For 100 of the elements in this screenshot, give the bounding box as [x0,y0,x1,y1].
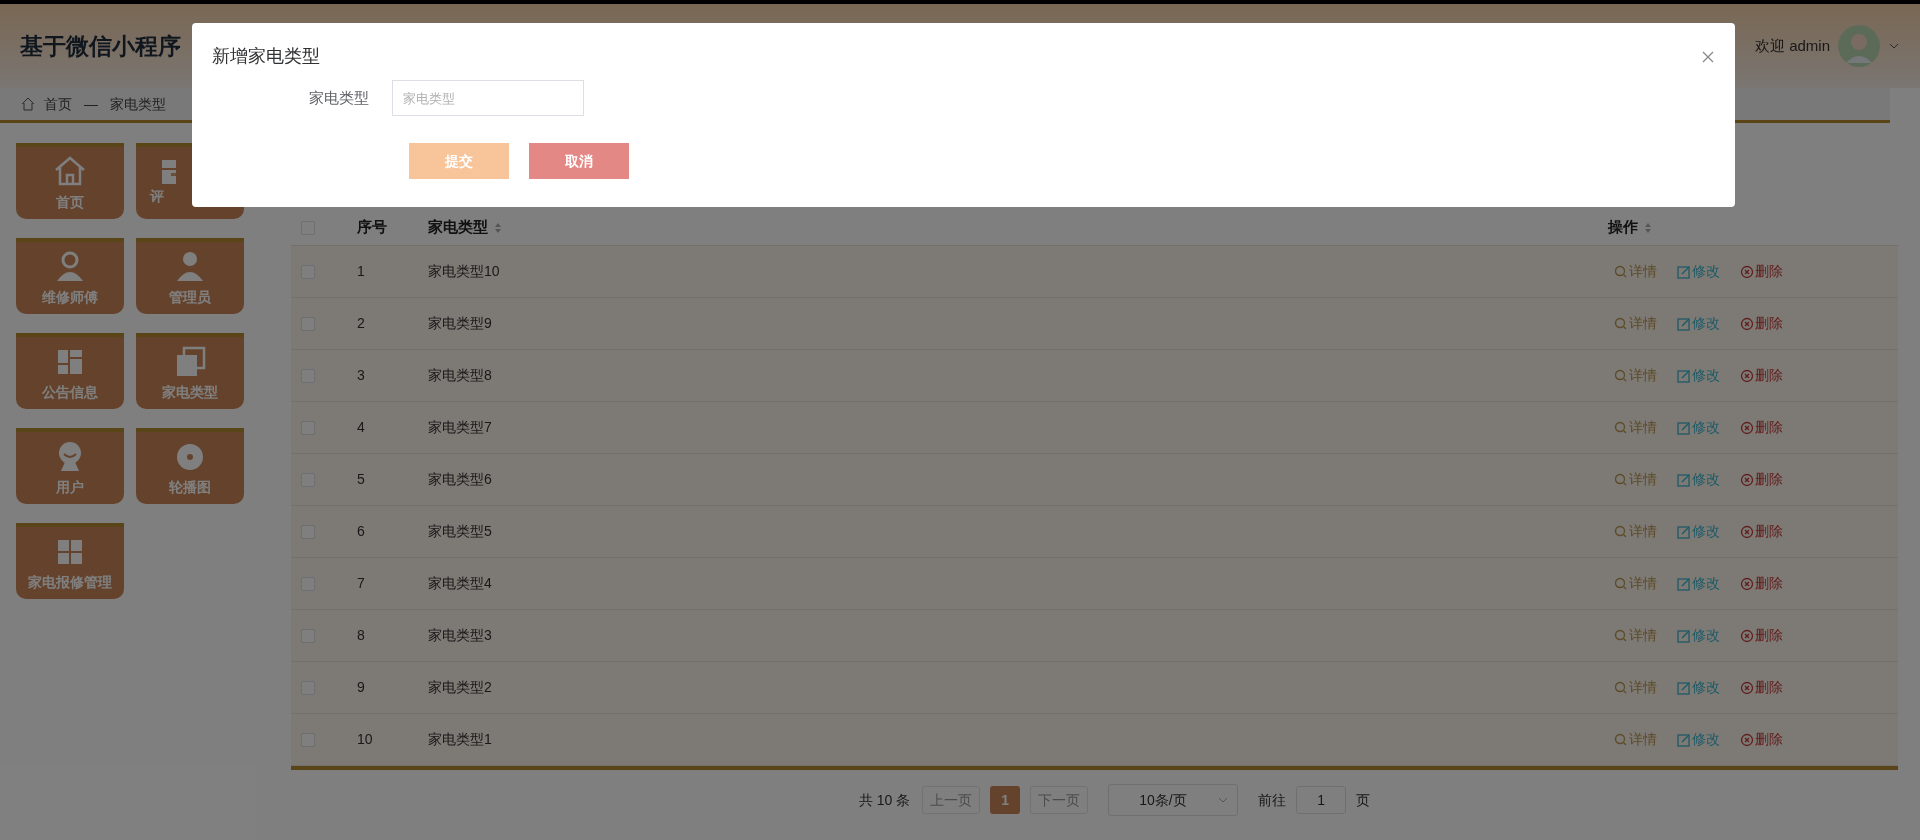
breadcrumb-link[interactable]: 家电类型 [110,93,166,115]
breadcrumb-separator: — [83,94,99,114]
edit-icon [1677,732,1691,747]
close-circle-icon [1740,316,1754,331]
action-link[interactable]: 修改 [1677,625,1720,646]
table-cell: 3 [357,367,365,383]
action-link[interactable]: 修改 [1677,313,1720,334]
action-link[interactable]: 详情 [1614,625,1657,646]
table-cell: 家电类型10 [428,263,500,279]
action-link[interactable]: 详情 [1614,677,1657,698]
menu-tile[interactable]: 首页 [16,143,124,219]
action-link[interactable]: 修改 [1677,365,1720,386]
welcome-text: 欢迎 admin [1754,35,1830,56]
avatar-icon[interactable] [1838,25,1880,67]
action-link[interactable]: 详情 [1614,313,1657,334]
page-number-button[interactable]: 1 [990,786,1021,814]
edit-icon [1677,316,1691,331]
action-link[interactable]: 删除 [1740,417,1783,438]
menu-tile[interactable]: 公告信息 [16,333,124,409]
table-cell: 家电类型3 [428,627,492,643]
table-cell: 家电类型2 [428,679,492,695]
close-circle-icon [1740,524,1754,539]
action-link[interactable]: 详情 [1614,365,1657,386]
action-link[interactable]: 详情 [1614,469,1657,490]
table-cell: 10 [357,731,373,747]
action-link[interactable]: 详情 [1614,521,1657,542]
close-icon[interactable] [1701,49,1715,64]
page-size-select[interactable]: 10条/页 [1108,784,1239,816]
table-cell: 家电类型6 [428,471,492,487]
close-circle-icon [1740,420,1754,435]
action-link[interactable]: 删除 [1740,521,1783,542]
table-cell: 家电类型1 [428,731,492,747]
search-icon [1614,368,1628,383]
table-cell: 8 [357,627,365,643]
action-link[interactable]: 删除 [1740,625,1783,646]
submit-button[interactable]: 提交 [409,143,509,179]
table-cell: 9 [357,679,365,695]
home-icon [20,96,36,112]
action-link[interactable]: 修改 [1677,417,1720,438]
edit-icon [1677,576,1691,591]
sort-icon[interactable] [494,221,502,234]
sort-icon[interactable] [1644,221,1652,234]
table-cell: 4 [357,419,365,435]
search-icon [1614,420,1628,435]
edit-icon [1677,368,1691,383]
menu-tile[interactable]: 管理员 [136,238,244,314]
menu-tile[interactable]: 轮播图 [136,428,244,504]
action-link[interactable]: 修改 [1677,677,1720,698]
table-cell: 2 [357,315,365,331]
action-link[interactable]: 详情 [1614,261,1657,282]
action-link[interactable]: 详情 [1614,417,1657,438]
table-cell: 家电类型7 [428,419,492,435]
close-circle-icon [1740,680,1754,695]
input-field[interactable]: 家电类型 [392,80,584,116]
page-input[interactable]: 1 [1296,786,1347,814]
action-link[interactable]: 删除 [1740,677,1783,698]
action-link[interactable]: 修改 [1677,521,1720,542]
action-link[interactable]: 修改 [1677,573,1720,594]
action-link[interactable]: 详情 [1614,729,1657,750]
search-icon [1614,264,1628,279]
total-count: 共 10 条 [858,790,911,810]
close-circle-icon [1740,264,1754,279]
action-link[interactable]: 删除 [1740,261,1783,282]
action-link[interactable]: 删除 [1740,469,1783,490]
menu-tile[interactable]: 家电类型 [136,333,244,409]
search-icon [1614,680,1628,695]
table-cell: 6 [357,523,365,539]
action-link[interactable]: 删除 [1740,729,1783,750]
cancel-button[interactable]: 取消 [529,143,629,179]
menu-tile[interactable]: 用户 [16,428,124,504]
edit-icon [1677,420,1691,435]
edit-icon [1677,264,1691,279]
menu-tile[interactable]: 家电报修管理 [16,523,124,599]
menu-tile[interactable]: 维修师傅 [16,238,124,314]
action-link[interactable]: 删除 [1740,365,1783,386]
search-icon [1614,316,1628,331]
search-icon [1614,524,1628,539]
action-link[interactable]: 详情 [1614,573,1657,594]
edit-icon [1677,472,1691,487]
page-unit-label: 页 [1356,790,1371,810]
breadcrumb-link[interactable]: 首页 [44,93,72,115]
action-link[interactable]: 删除 [1740,573,1783,594]
edit-icon [1677,680,1691,695]
table-cell: 家电类型4 [428,575,492,591]
table-cell: 7 [357,575,365,591]
column-header: 序号 [357,218,387,236]
column-header: 操作 [1608,217,1638,238]
action-link[interactable]: 修改 [1677,261,1720,282]
card-icon [162,159,176,184]
table-cell: 家电类型9 [428,315,492,331]
search-icon [1614,628,1628,643]
column-header: 家电类型 [428,217,488,238]
table-cell: 1 [357,263,365,279]
action-link[interactable]: 修改 [1677,469,1720,490]
dialog-title: 新增家电类型 [212,45,320,68]
action-link[interactable]: 修改 [1677,729,1720,750]
table-cell: 5 [357,471,365,487]
action-link[interactable]: 删除 [1740,313,1783,334]
close-circle-icon [1740,628,1754,643]
close-circle-icon [1740,576,1754,591]
